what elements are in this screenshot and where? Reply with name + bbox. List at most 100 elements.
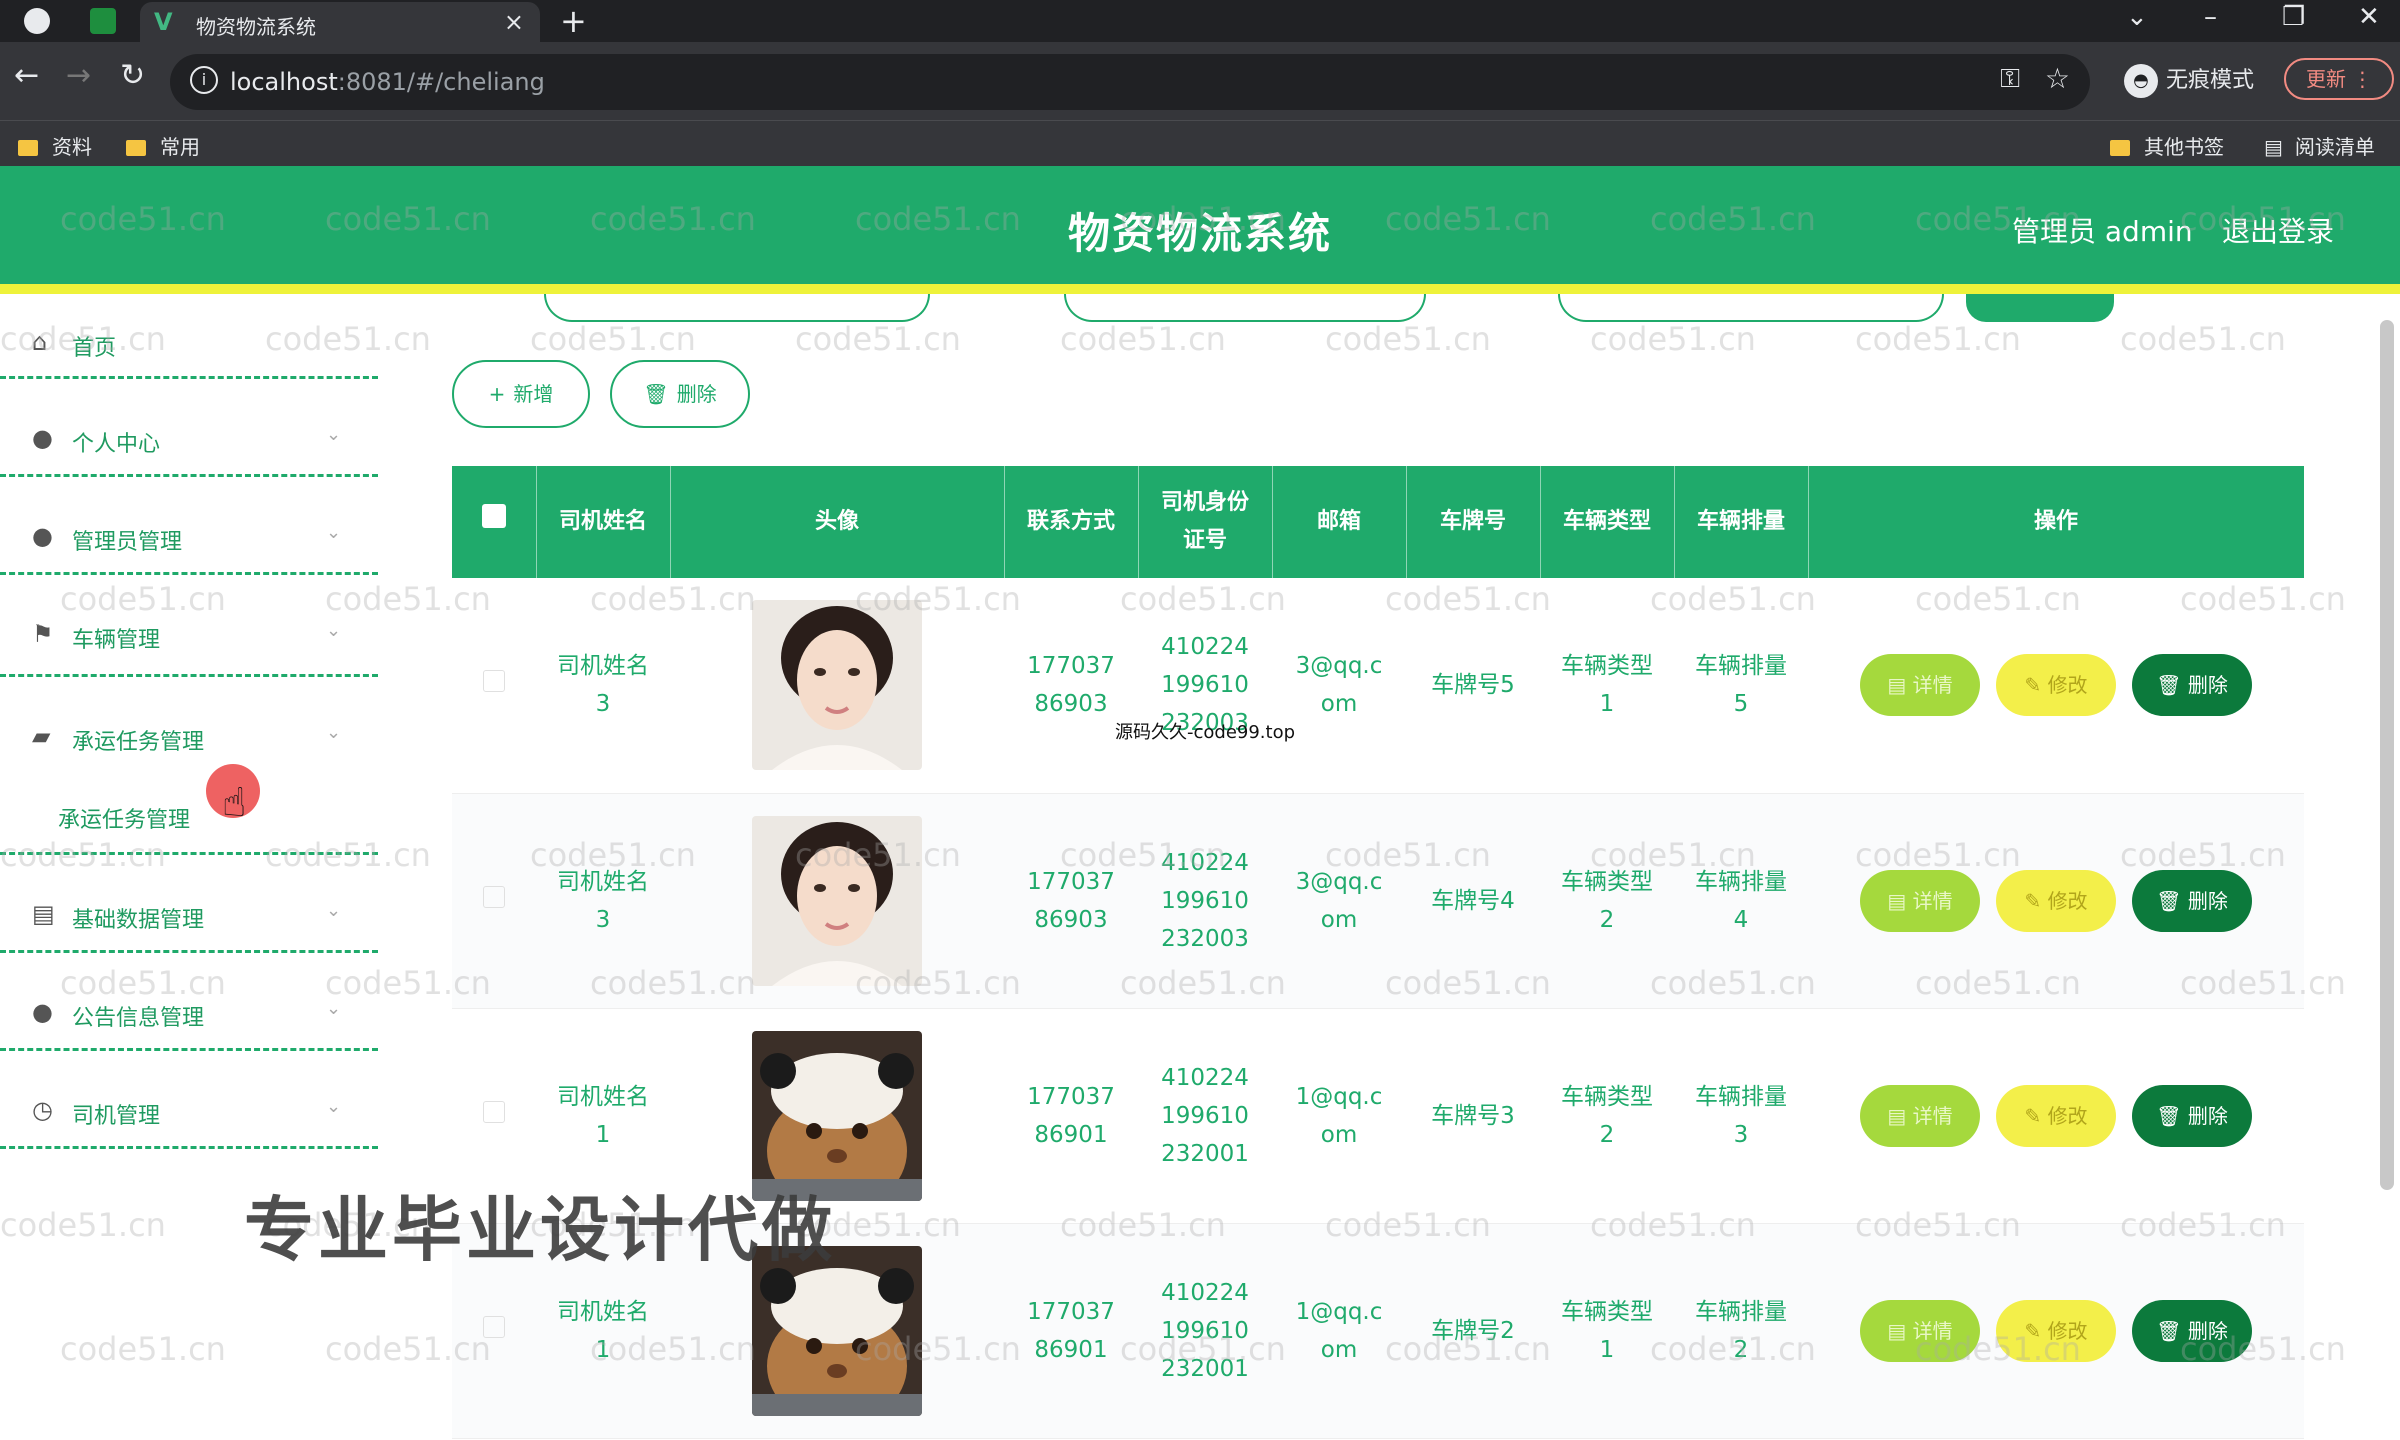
search-button[interactable] — [1966, 294, 2114, 322]
chevron-down-icon: ⌄ — [326, 900, 342, 921]
watermark-text: code51.cn — [325, 580, 491, 618]
forward-icon[interactable]: → — [66, 58, 91, 93]
search-input-partial[interactable] — [1064, 294, 1426, 322]
watermark-text: code51.cn — [530, 320, 696, 358]
search-input-partial[interactable] — [1558, 294, 1944, 322]
trash-icon: 🗑 — [643, 382, 669, 406]
detail-button[interactable]: ▤ 详情 — [1860, 869, 1980, 932]
flag-icon: ⚑ — [32, 620, 54, 648]
chevron-down-icon: ⌄ — [326, 722, 342, 743]
tab-title: 物资物流系统 — [196, 15, 316, 39]
watermark-text: code51.cn — [2180, 200, 2346, 238]
column-header[interactable]: 司机姓名 — [536, 466, 671, 578]
trash-icon: 🗑 — [2156, 888, 2188, 913]
watermark-text: code51.cn — [1325, 320, 1491, 358]
detail-button[interactable]: ▤ 详情 — [1860, 1084, 1980, 1147]
tab-search-icon[interactable]: ⌄ — [2126, 2, 2148, 32]
watermark-text: code51.cn — [1650, 580, 1816, 618]
delete-button[interactable]: 🗑 删除 — [2132, 1084, 2252, 1147]
menu-divider — [0, 474, 378, 477]
watermark-text: code51.cn — [1385, 200, 1551, 238]
chevron-down-icon: ⌄ — [326, 1096, 342, 1117]
minimize-icon[interactable]: – — [2204, 2, 2217, 32]
menu-divider — [0, 376, 378, 379]
sidebar-item-label: 管理员管理 — [72, 530, 183, 555]
address-bar[interactable]: i localhost:8081/#/cheliang ⚿ ☆ — [170, 54, 2090, 110]
watermark-text: code51.cn — [2120, 1206, 2286, 1244]
bookmark-folder[interactable]: 资料 — [18, 131, 92, 160]
sidebar-item-label: 司机管理 — [72, 1104, 161, 1129]
watermark-text: code51.cn — [1060, 320, 1226, 358]
page-scrollbar[interactable] — [2380, 320, 2394, 1190]
watermark-text: code51.cn — [855, 964, 1021, 1002]
pencil-icon: ✎ — [2024, 673, 2048, 698]
trash-icon: 🗑 — [2156, 673, 2188, 698]
browser-menu-icon[interactable] — [24, 8, 50, 34]
key-icon[interactable]: ⚿ — [2000, 64, 2020, 95]
sidebar-item-admins[interactable]: ● 管理员管理 ⌄ — [0, 508, 380, 568]
edit-button[interactable]: ✎ 修改 — [1996, 869, 2116, 932]
other-bookmarks[interactable]: 其他书签 — [2110, 131, 2224, 160]
add-button[interactable]: + 新增 — [452, 360, 590, 428]
delete-button[interactable]: 🗑 删除 — [2132, 869, 2252, 932]
column-header[interactable]: 邮箱 — [1272, 466, 1407, 578]
bookmark-folder[interactable]: 常用 — [126, 131, 200, 160]
cell-contact: 17703786903 — [1004, 793, 1138, 1009]
column-header[interactable]: 车辆排量 — [1674, 466, 1809, 578]
watermark-text: code51.cn — [1590, 320, 1756, 358]
site-info-icon[interactable]: i — [190, 66, 218, 94]
column-header[interactable]: 头像 — [670, 466, 1005, 578]
sidebar-item-base-data[interactable]: ▤ 基础数据管理 ⌄ — [0, 886, 380, 946]
watermark-text: code51.cn — [1590, 836, 1756, 874]
hand-cursor-icon: ☝ — [222, 780, 247, 826]
column-header[interactable]: 联系方式 — [1004, 466, 1139, 578]
column-header: 操作 — [1808, 466, 2305, 578]
watermark-text: code51.cn — [1650, 200, 1816, 238]
column-header[interactable]: 车牌号 — [1406, 466, 1541, 578]
document-icon: ▤ — [1887, 1318, 1913, 1343]
row-checkbox[interactable] — [483, 885, 505, 908]
sidebar-item-transport-tasks[interactable]: ▰ 承运任务管理 ⌄ — [0, 708, 380, 768]
watermark-text: code51.cn — [1855, 320, 2021, 358]
column-header[interactable]: 车辆类型 — [1540, 466, 1675, 578]
row-checkbox[interactable] — [483, 1100, 505, 1123]
restore-icon[interactable]: ❐ — [2282, 2, 2305, 32]
delete-button[interactable]: 🗑 删除 — [2132, 654, 2252, 717]
new-tab-icon[interactable]: + — [560, 2, 587, 40]
cell-id-card: 410224199610232001 — [1138, 1008, 1272, 1224]
cell-email: 1@qq.com — [1272, 1008, 1406, 1224]
watermark-text: code51.cn — [0, 320, 166, 358]
menu-divider — [0, 1048, 378, 1051]
chevron-down-icon: ⌄ — [326, 620, 342, 641]
menu-divider — [0, 674, 378, 677]
edit-button[interactable]: ✎ 修改 — [1996, 1084, 2116, 1147]
back-icon[interactable]: ← — [14, 58, 39, 93]
select-all-checkbox[interactable] — [481, 504, 506, 528]
column-header[interactable]: 司机身份证号 — [1138, 466, 1273, 578]
cell-displacement: 车辆排量3 — [1674, 1008, 1808, 1224]
browser-tab-strip: V 物资物流系统 × + ⌄ – ❐ ✕ — [0, 0, 2400, 42]
bulk-delete-button[interactable]: 🗑 删除 — [610, 360, 750, 428]
sheets-tab-icon[interactable] — [90, 8, 116, 34]
update-button[interactable]: 更新 ⋮ — [2284, 58, 2394, 100]
reload-icon[interactable]: ↻ — [120, 58, 145, 93]
submenu-item-transport-tasks[interactable]: 承运任务管理 — [58, 802, 190, 834]
avatar[interactable] — [752, 600, 922, 771]
cell-contact: 17703786901 — [1004, 1223, 1138, 1439]
tab-close-icon[interactable]: × — [504, 8, 524, 36]
reading-list[interactable]: ▤ 阅读清单 — [2264, 131, 2375, 160]
watermark-text: code51.cn — [60, 580, 226, 618]
watermark-text: code51.cn — [1120, 1330, 1286, 1368]
detail-button[interactable]: ▤ 详情 — [1860, 654, 1980, 717]
edit-button[interactable]: ✎ 修改 — [1996, 654, 2116, 717]
close-window-icon[interactable]: ✕ — [2358, 2, 2380, 32]
sidebar-item-profile[interactable]: ● 个人中心 ⌄ — [0, 410, 380, 470]
sidebar-item-drivers[interactable]: ◷ 司机管理 ⌄ — [0, 1082, 380, 1142]
chat-icon: ▰ — [32, 722, 51, 750]
search-input-partial[interactable] — [544, 294, 930, 322]
incognito-indicator[interactable]: ◓ 无痕模式 — [2124, 62, 2254, 98]
row-checkbox[interactable] — [483, 670, 505, 693]
table-header-row: 司机姓名 头像 联系方式 司机身份证号 邮箱 车牌号 车辆类型 车辆排量 操作 — [452, 466, 2305, 578]
bookmark-star-icon[interactable]: ☆ — [2045, 62, 2070, 95]
browser-tab-active[interactable]: V 物资物流系统 × — [140, 2, 540, 42]
